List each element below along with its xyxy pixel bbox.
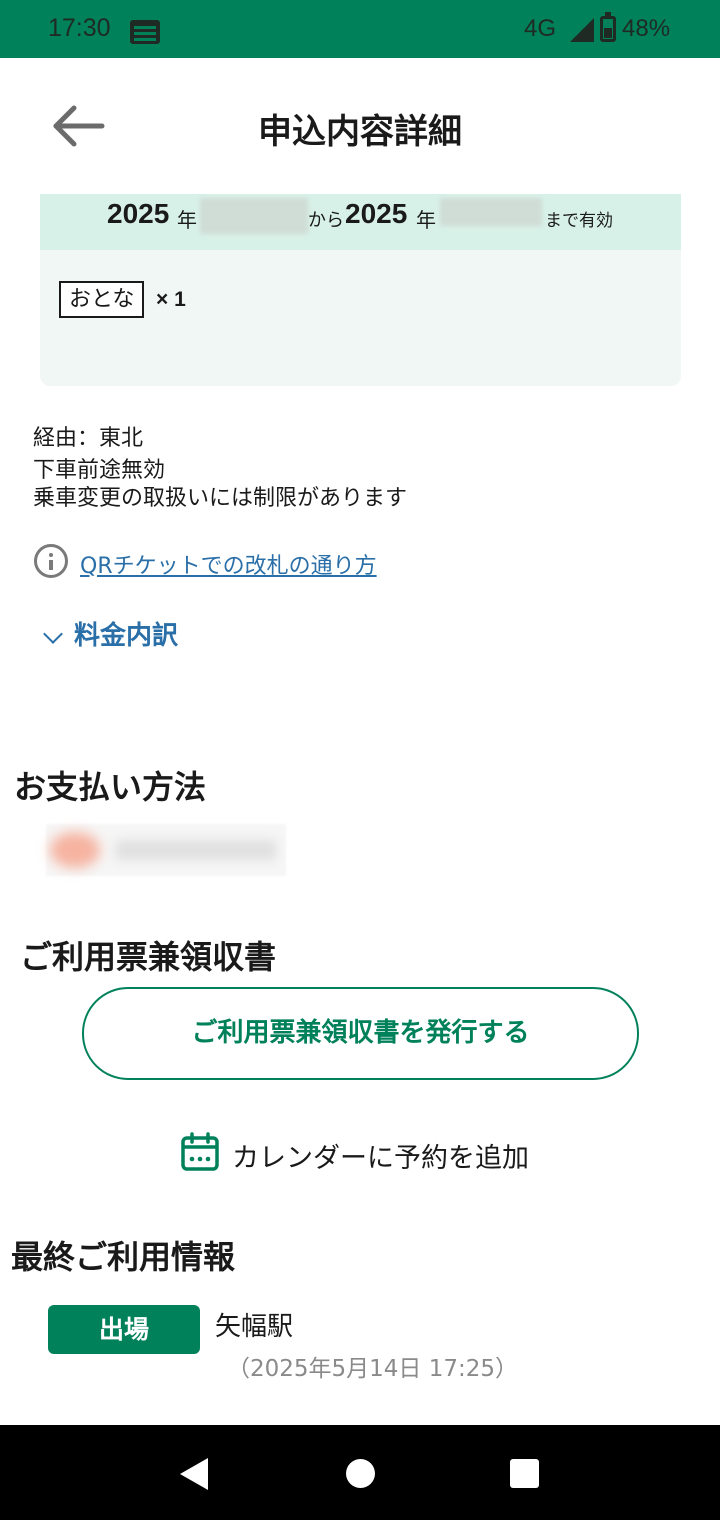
fare-breakdown-toggle[interactable]: 料金内訳 — [40, 615, 178, 651]
issue-receipt-button[interactable]: ご利用票兼領収書を発行する — [82, 987, 639, 1080]
passenger-type-badge: おとな — [59, 281, 145, 318]
exit-status-badge: 出場 — [48, 1305, 200, 1354]
notification-app-icon — [130, 20, 160, 44]
nav-back-icon[interactable] — [180, 1458, 208, 1490]
system-navigation-bar — [0, 1425, 720, 1520]
redacted-date — [440, 198, 542, 226]
usage-station: 矢幅駅 — [215, 1312, 294, 1342]
validity-to-suffix: まで有効 — [545, 211, 613, 231]
validity-year-suffix: 年 — [177, 208, 197, 232]
validity-year-suffix: 年 — [416, 208, 436, 232]
nav-recents-icon[interactable] — [510, 1459, 539, 1488]
calendar-icon — [181, 1132, 219, 1171]
card-brand-icon — [50, 832, 100, 868]
validity-from-year: 2025 — [107, 198, 170, 229]
status-bar: 17:30 4G 48% — [0, 0, 720, 58]
add-to-calendar-label: カレンダーに予約を追加 — [232, 1143, 529, 1174]
chevron-down-icon — [43, 623, 63, 644]
route-note: 乗車変更の取扱いには制限があります — [33, 486, 408, 511]
status-time: 17:30 — [48, 14, 111, 42]
signal-icon — [570, 18, 594, 42]
page-title: 申込内容詳細 — [258, 112, 462, 152]
validity-period: 2025 年 から 2025 年 まで有効 — [40, 194, 681, 250]
payment-method-redacted — [46, 824, 286, 876]
nav-home-icon[interactable] — [346, 1459, 375, 1488]
receipt-section-title: ご利用票兼領収書 — [20, 938, 277, 976]
passenger-count: × 1 — [156, 288, 186, 311]
usage-timestamp: （2025年5月14日 17:25） — [227, 1356, 519, 1382]
battery-percent: 48% — [622, 15, 671, 42]
redacted-card-info — [116, 840, 276, 860]
qr-ticket-guide-link[interactable]: QRチケットでの改札の通り方 — [80, 548, 377, 580]
battery-icon — [600, 12, 616, 42]
ticket-card: 2025 年 から 2025 年 まで有効 おとな × 1 — [40, 194, 681, 386]
validity-from-suffix: から — [308, 210, 344, 231]
validity-to-year: 2025 — [345, 198, 408, 229]
info-icon — [34, 544, 68, 578]
redacted-date — [200, 198, 308, 234]
fare-breakdown-label: 料金内訳 — [74, 621, 179, 651]
last-usage-title: 最終ご利用情報 — [11, 1238, 236, 1276]
route-via: 経由：東北 — [33, 426, 144, 451]
payment-section-title: お支払い方法 — [14, 768, 207, 806]
network-type: 4G — [524, 15, 557, 42]
